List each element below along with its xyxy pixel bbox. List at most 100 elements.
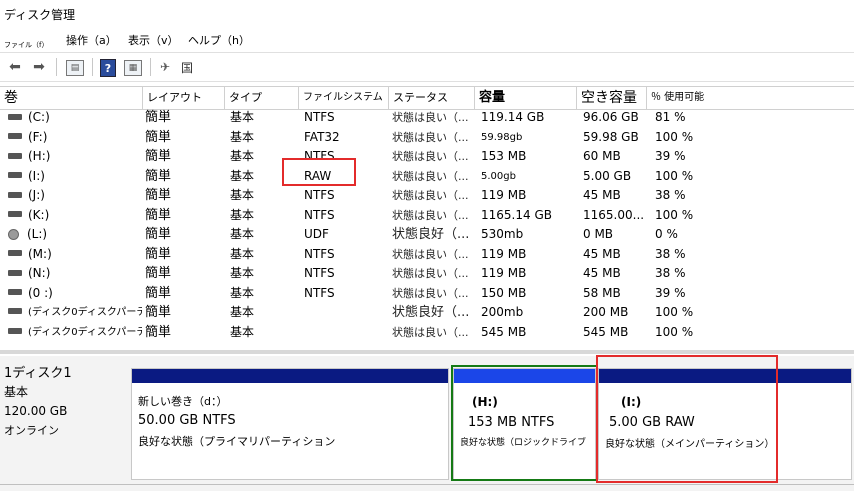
capacity-cell: 5.00gb xyxy=(481,170,516,182)
table-row[interactable]: (ディスク0ディスクパーティ... 簡単 基本 状態は良い（... 545 MB… xyxy=(0,323,854,343)
type-cell: 基本 xyxy=(230,266,255,280)
disk-state: オンライン xyxy=(4,424,59,437)
table-row[interactable]: (N:) 簡単 基本 NTFS 状態は良い（... 119 MB 45 MB 3… xyxy=(0,264,854,284)
properties-icon[interactable]: ▤ xyxy=(66,60,84,76)
layout-cell: 簡単 xyxy=(145,207,172,223)
capacity-cell: 153 MB xyxy=(481,149,527,163)
toolbar-extra-label[interactable]: 国 xyxy=(178,58,196,76)
layout-cell: 簡単 xyxy=(145,246,172,262)
volume-cell: (L:) xyxy=(8,225,142,244)
type-cell: 基本 xyxy=(230,246,255,261)
console-tree-icon[interactable]: ▦ xyxy=(124,60,142,76)
help-icon[interactable]: ? xyxy=(100,59,116,77)
forward-arrow-icon[interactable]: ➡ xyxy=(30,58,48,76)
volume-cell: (ディスク0ディスクパーティ... xyxy=(8,303,142,322)
free-space-cell: 58 MB xyxy=(583,285,621,300)
drive-icon xyxy=(8,113,22,120)
status-divider xyxy=(0,484,854,485)
toolbar-separator xyxy=(150,58,151,76)
layout-cell: 簡単 xyxy=(145,168,172,184)
title-bar: ディスク管理 xyxy=(0,0,854,26)
type-cell: 基本 xyxy=(230,227,255,241)
table-row[interactable]: (K:) 簡単 基本 NTFS 状態は良い（... 1165.14 GB 116… xyxy=(0,206,854,226)
type-cell: 基本 xyxy=(230,129,255,144)
volume-cell: (M:) xyxy=(8,245,142,264)
status-cell: 状態は良い（... xyxy=(392,150,469,163)
disk-info[interactable]: 1ディスク1 基本 120.00 GB オンライン xyxy=(4,364,128,480)
back-arrow-icon[interactable]: ⬅ xyxy=(6,58,24,76)
table-row[interactable]: (H:) 簡単 基本 NTFS 状態は良い（... 153 MB 60 MB 3… xyxy=(0,147,854,167)
drive-icon xyxy=(8,152,22,159)
menu-view[interactable]: 表示（v） xyxy=(128,32,179,48)
pane-splitter[interactable] xyxy=(0,350,854,354)
volume-cell: (J:) xyxy=(8,186,142,205)
free-space-cell: 200 MB xyxy=(583,305,629,319)
layout-cell: 簡単 xyxy=(145,285,172,301)
table-row[interactable]: (0 :) 簡単 基本 NTFS 状態は良い（... 150 MB 58 MB … xyxy=(0,284,854,304)
window-title: ディスク管理 xyxy=(4,8,76,22)
layout-cell: 簡単 xyxy=(145,266,172,281)
column-header-status[interactable]: ステータス xyxy=(388,87,474,109)
capacity-cell: 119 MB xyxy=(481,188,527,202)
partition-d[interactable]: 新しい巻き（d：） 50.00 GB NTFS 良好な状態（プライマリパーティシ… xyxy=(131,368,449,480)
layout-cell: 簡単 xyxy=(145,188,172,203)
column-header-capacity[interactable]: 容量 xyxy=(474,87,576,109)
table-row[interactable]: (C:) 簡単 基本 NTFS 状態は良い（... 119.14 GB 96.0… xyxy=(0,108,854,128)
capacity-cell: 1165.14 GB xyxy=(481,207,552,222)
drive-icon xyxy=(8,269,22,276)
percent-free-cell: 100 % xyxy=(655,207,694,222)
layout-cell: 簡単 xyxy=(145,324,172,340)
layout-cell: 簡単 xyxy=(145,227,172,242)
column-header-percent[interactable]: ％ 使用可能 xyxy=(646,87,854,109)
menu-help[interactable]: ヘルプ（h） xyxy=(188,32,250,48)
logical-drive-highlight xyxy=(451,365,598,481)
column-header-type[interactable]: タイプ xyxy=(224,87,298,109)
filesystem-cell xyxy=(304,303,388,322)
table-row[interactable]: (ディスク0ディスクパーティ... 簡単 基本 状態良好（... 200mb 2… xyxy=(0,303,854,323)
toolbar-separator xyxy=(56,58,57,76)
drive-icon xyxy=(8,327,22,334)
column-header-volume[interactable]: 巻 xyxy=(0,87,142,109)
percent-free-cell: 38 % xyxy=(655,246,686,261)
status-cell: 状態は良い（... xyxy=(392,130,469,144)
table-row[interactable]: (F:) 簡単 基本 FAT32 状態は良い（... 59.98gb 59.98… xyxy=(0,128,854,148)
status-cell: 状態は良い（... xyxy=(392,267,469,280)
volume-cell: (0 :) xyxy=(8,284,142,303)
menu-file[interactable]: ファイル（f） xyxy=(4,40,48,50)
filesystem-cell: NTFS xyxy=(304,110,335,124)
filesystem-cell: FAT32 xyxy=(304,129,340,144)
connect-icon[interactable]: ✈ xyxy=(156,58,174,76)
free-space-cell: 0 MB xyxy=(583,227,614,241)
column-header-free[interactable]: 空き容量 xyxy=(576,87,646,109)
filesystem-cell: NTFS xyxy=(304,246,335,261)
table-row[interactable]: (J:) 簡単 基本 NTFS 状態は良い（... 119 MB 45 MB 3… xyxy=(0,186,854,206)
optical-drive-icon xyxy=(8,229,19,240)
volume-cell: (K:) xyxy=(8,206,142,225)
percent-free-cell: 38 % xyxy=(655,266,686,280)
disk-size: 120.00 GB xyxy=(4,404,68,418)
volume-cell: (ディスク0ディスクパーティ... xyxy=(8,323,142,342)
status-cell: 状態は良い（... xyxy=(392,247,469,261)
capacity-cell: 119.14 GB xyxy=(481,110,545,124)
table-row[interactable]: (M:) 簡単 基本 NTFS 状態は良い（... 119 MB 45 MB 3… xyxy=(0,245,854,265)
status-cell: 状態は良い（... xyxy=(392,169,469,183)
disk-name: 1ディスク1 xyxy=(4,366,72,381)
table-row[interactable]: (L:) 簡単 基本 UDF 状態良好（... 530mb 0 MB 0 % xyxy=(0,225,854,245)
type-cell: 基本 xyxy=(230,324,255,339)
partition-size: 50.00 GB NTFS xyxy=(138,413,236,428)
menu-action[interactable]: 操作（a） xyxy=(66,32,117,48)
volume-cell: (F:) xyxy=(8,128,142,147)
capacity-cell: 119 MB xyxy=(481,246,527,261)
capacity-cell: 545 MB xyxy=(481,324,527,339)
status-cell: 状態は良い（... xyxy=(392,111,469,124)
table-row[interactable]: (I:) 簡単 基本 RAW 状態は良い（... 5.00gb 5.00 GB … xyxy=(0,167,854,187)
type-cell: 基本 xyxy=(230,285,255,300)
status-cell: 状態は良い（... xyxy=(392,208,469,222)
column-header-filesystem[interactable]: ファイルシステム xyxy=(298,87,388,109)
column-header-layout[interactable]: レイアウト xyxy=(142,87,224,109)
percent-free-cell: 81 % xyxy=(655,110,686,124)
status-cell: 状態は良い（... xyxy=(392,325,469,339)
raw-partition-highlight xyxy=(596,355,778,483)
capacity-cell: 530mb xyxy=(481,227,524,241)
type-cell: 基本 xyxy=(230,305,255,319)
